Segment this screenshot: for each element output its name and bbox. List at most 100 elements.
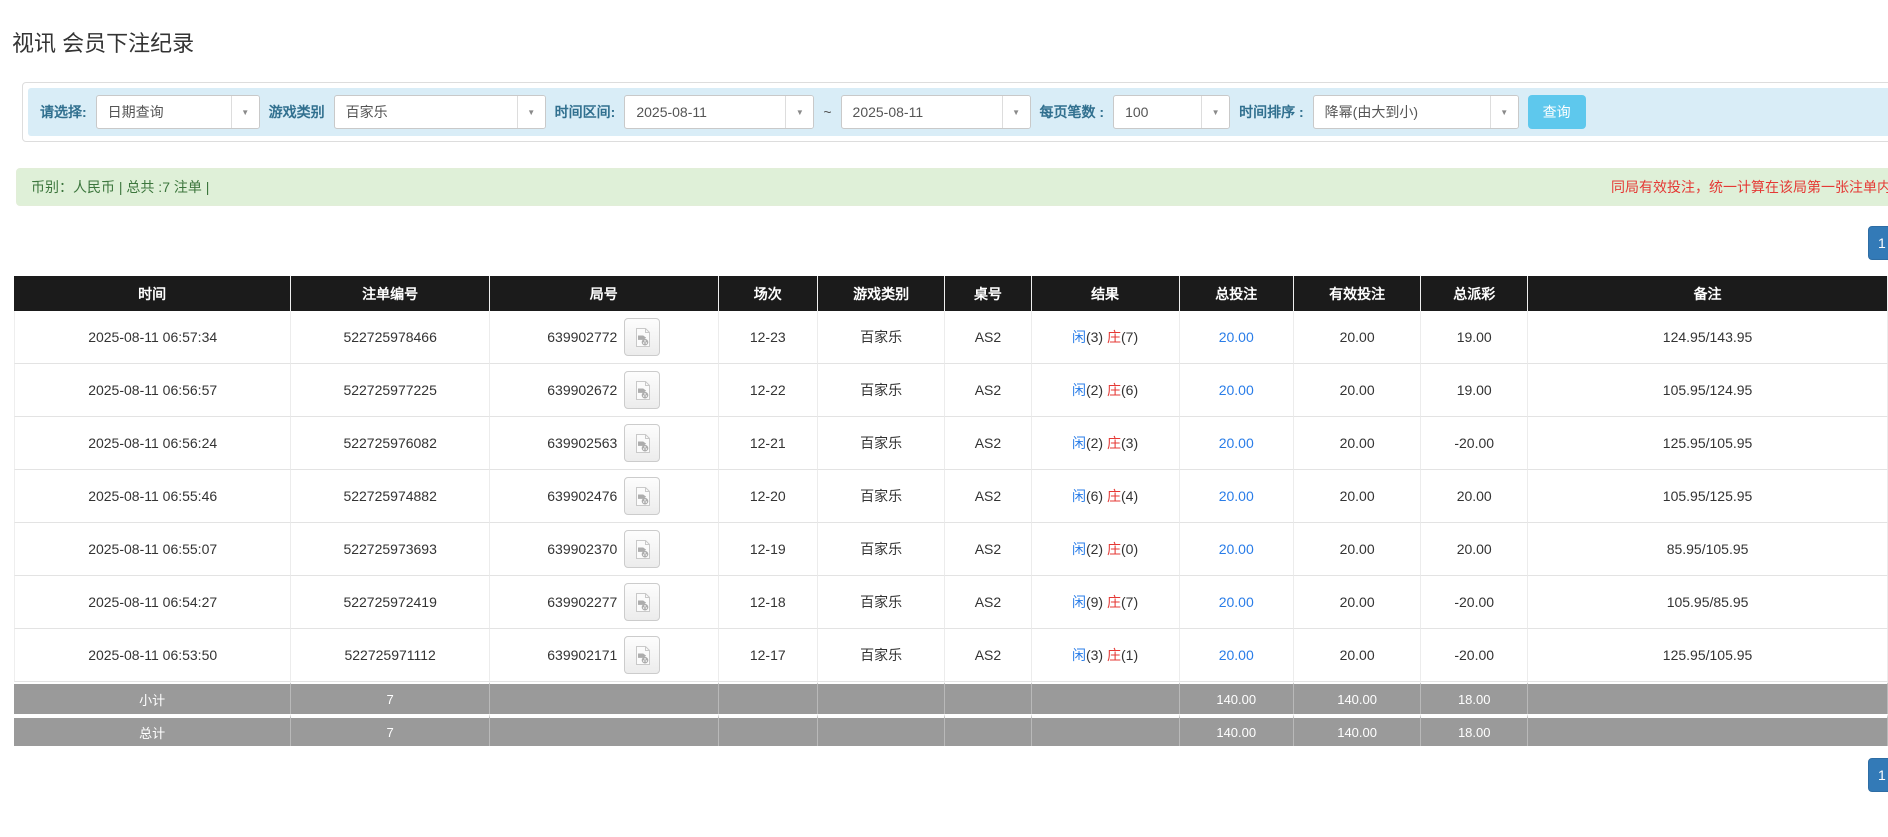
result-banker-label: 庄: [1107, 329, 1121, 345]
video-replay-button[interactable]: [624, 583, 660, 621]
pagination-top-zone: 1: [0, 206, 1888, 276]
column-header-2: 注单编号: [291, 276, 490, 311]
round-cell-inner: 639902563: [490, 424, 718, 462]
date-from-value: 2025-08-11: [625, 96, 785, 128]
subtotal-valid-bet: 140.00: [1294, 682, 1421, 714]
cell-session: 12-18: [719, 576, 818, 629]
cell-valid-bet: 20.00: [1294, 417, 1421, 470]
cell-payout: 20.00: [1421, 523, 1528, 576]
query-type-label: 请选择:: [40, 102, 87, 122]
cell-time: 2025-08-11 06:55:07: [14, 523, 291, 576]
video-replay-button[interactable]: [624, 424, 660, 462]
cell-result: 闲(2) 庄(0): [1032, 523, 1180, 576]
round-number: 639902370: [547, 541, 617, 557]
result-player-value: (6): [1086, 488, 1103, 504]
result-player-label: 闲: [1072, 488, 1086, 504]
summary-currency-count: 币别：人民币 | 总共 :7 注单 |: [31, 177, 209, 197]
video-icon: [633, 539, 652, 560]
video-replay-button[interactable]: [624, 371, 660, 409]
result-player-label: 闲: [1072, 541, 1086, 557]
video-icon: [633, 327, 652, 348]
result-banker-value: (6): [1121, 382, 1138, 398]
result-banker-value: (3): [1121, 435, 1138, 451]
cell-table-no: AS2: [945, 417, 1031, 470]
total-bet-link[interactable]: 20.00: [1219, 435, 1254, 451]
cell-valid-bet: 20.00: [1294, 629, 1421, 682]
video-replay-button[interactable]: [624, 477, 660, 515]
total-bet-link[interactable]: 20.00: [1219, 647, 1254, 663]
total-bet-link[interactable]: 20.00: [1219, 329, 1254, 345]
date-to-value: 2025-08-11: [842, 96, 1002, 128]
cell-valid-bet: 20.00: [1294, 364, 1421, 417]
date-from-select[interactable]: 2025-08-11 ▼: [624, 95, 814, 129]
result-player-value: (3): [1086, 329, 1103, 345]
per-page-select[interactable]: 100 ▼: [1113, 95, 1230, 129]
round-number: 639902772: [547, 329, 617, 345]
subtotal-total-bet: 140.00: [1180, 682, 1294, 714]
column-header-11: 备注: [1528, 276, 1888, 311]
total-valid-bet: 140.00: [1294, 714, 1421, 746]
summary-bar: 币别：人民币 | 总共 :7 注单 | 同局有效投注，统一计算在该局第一张注单内: [16, 168, 1888, 206]
summary-notice: 同局有效投注，统一计算在该局第一张注单内: [1611, 177, 1888, 197]
chevron-down-icon: ▼: [517, 96, 545, 128]
sort-select[interactable]: 降幂(由大到小) ▼: [1313, 95, 1519, 129]
cell-bet-id: 522725977225: [291, 364, 490, 417]
cell-total-bet: 20.00: [1180, 576, 1294, 629]
total-empty-cell: [945, 714, 1031, 746]
table-header-row: 时间注单编号局号场次游戏类别桌号结果总投注有效投注总派彩备注: [14, 276, 1888, 311]
subtotal-empty-cell: [945, 682, 1031, 714]
cell-round-id: 639902672: [490, 364, 719, 417]
subtotal-empty-cell: [818, 682, 945, 714]
cell-valid-bet: 20.00: [1294, 470, 1421, 523]
cell-total-bet: 20.00: [1180, 523, 1294, 576]
column-header-3: 局号: [490, 276, 719, 311]
result-banker-label: 庄: [1107, 594, 1121, 610]
result-player-label: 闲: [1072, 382, 1086, 398]
total-bet-link[interactable]: 20.00: [1219, 541, 1254, 557]
cell-table-no: AS2: [945, 311, 1031, 364]
total-bet-link[interactable]: 20.00: [1219, 488, 1254, 504]
chevron-down-icon: ▼: [231, 96, 259, 128]
cell-table-no: AS2: [945, 629, 1031, 682]
game-type-select[interactable]: 百家乐 ▼: [334, 95, 546, 129]
video-icon: [633, 433, 652, 454]
cell-bet-id: 522725973693: [291, 523, 490, 576]
result-player-label: 闲: [1072, 647, 1086, 663]
total-empty-cell: [719, 714, 818, 746]
cell-total-bet: 20.00: [1180, 470, 1294, 523]
cell-round-id: 639902370: [490, 523, 719, 576]
cell-time: 2025-08-11 06:56:57: [14, 364, 291, 417]
total-empty-cell: [1032, 714, 1180, 746]
total-bet-link[interactable]: 20.00: [1219, 594, 1254, 610]
cell-session: 12-23: [719, 311, 818, 364]
cell-remark: 125.95/105.95: [1528, 417, 1888, 470]
cell-game-type: 百家乐: [818, 576, 945, 629]
total-bet-link[interactable]: 20.00: [1219, 382, 1254, 398]
pagination-page-button-bottom[interactable]: 1: [1868, 758, 1888, 792]
video-replay-button[interactable]: [624, 530, 660, 568]
video-replay-button[interactable]: [624, 636, 660, 674]
column-header-9: 有效投注: [1294, 276, 1421, 311]
query-type-select[interactable]: 日期查询 ▼: [96, 95, 260, 129]
cell-table-no: AS2: [945, 523, 1031, 576]
cell-remark: 124.95/143.95: [1528, 311, 1888, 364]
cell-total-bet: 20.00: [1180, 311, 1294, 364]
cell-time: 2025-08-11 06:53:50: [14, 629, 291, 682]
result-banker-value: (1): [1121, 647, 1138, 663]
total-empty-cell: [818, 714, 945, 746]
column-header-1: 时间: [14, 276, 291, 311]
result-banker-value: (4): [1121, 488, 1138, 504]
total-empty-cell: [490, 714, 719, 746]
table-row: 2025-08-11 06:56:57522725977225639902672…: [14, 364, 1888, 417]
date-to-select[interactable]: 2025-08-11 ▼: [841, 95, 1031, 129]
pagination-page-button-top[interactable]: 1: [1868, 226, 1888, 260]
bet-records-table: 时间注单编号局号场次游戏类别桌号结果总投注有效投注总派彩备注 2025-08-1…: [14, 276, 1888, 746]
video-replay-button[interactable]: [624, 318, 660, 356]
result-player-value: (2): [1086, 541, 1103, 557]
cell-payout: -20.00: [1421, 576, 1528, 629]
column-header-10: 总派彩: [1421, 276, 1528, 311]
game-type-label: 游戏类别: [269, 102, 325, 122]
table-row: 2025-08-11 06:57:34522725978466639902772…: [14, 311, 1888, 364]
subtotal-empty-cell: [1528, 682, 1888, 714]
query-button[interactable]: 查询: [1528, 95, 1586, 129]
